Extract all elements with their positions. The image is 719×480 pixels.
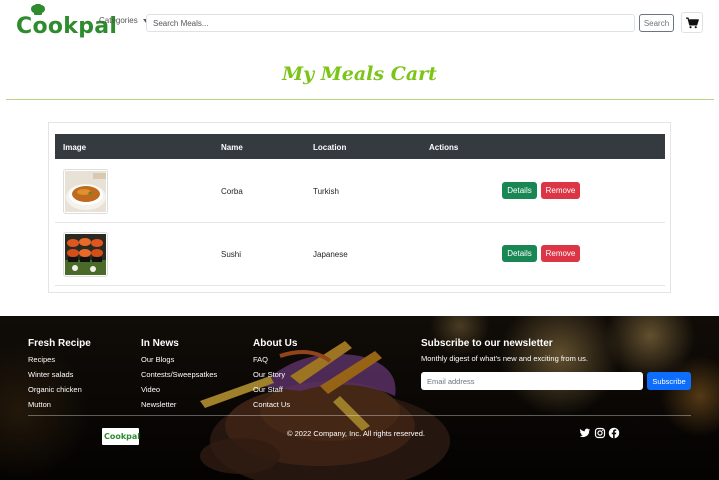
corba-thumbnail: [63, 169, 108, 214]
footer-link[interactable]: Winter salads: [28, 370, 73, 379]
footer-link[interactable]: Recipes: [28, 355, 55, 364]
newsletter-title: Subscribe to our newsletter: [421, 338, 553, 349]
page-title: My Meals Cart: [282, 63, 437, 85]
sushi-thumbnail: [63, 232, 108, 277]
footer-logo[interactable]: Cookpal: [102, 428, 141, 445]
cart-table-card: Image Name Location Actions Corba Turkis…: [48, 122, 671, 293]
footer-divider: [28, 415, 691, 416]
footer-link[interactable]: Contests/Sweepsatkes: [141, 370, 217, 379]
categories-label: Categories: [99, 16, 138, 25]
title-divider: [6, 99, 714, 100]
email-input[interactable]: [421, 372, 643, 390]
footer-link[interactable]: FAQ: [253, 355, 268, 364]
details-button[interactable]: Details: [502, 182, 537, 199]
categories-dropdown[interactable]: Categories: [99, 16, 149, 25]
footer-link[interactable]: Contact Us: [253, 400, 290, 409]
footer-link[interactable]: Our Blogs: [141, 355, 174, 364]
cart-icon: [685, 16, 699, 28]
details-button[interactable]: Details: [502, 245, 537, 262]
meal-location: Turkish: [313, 187, 339, 196]
copyright-text: © 2022 Company, Inc. All rights reserved…: [287, 429, 425, 438]
search-button[interactable]: Search: [639, 14, 674, 32]
footer-link[interactable]: Mutton: [28, 400, 51, 409]
remove-button[interactable]: Remove: [541, 245, 580, 262]
table-row: Sushi Japanese Details Remove: [55, 223, 665, 286]
footer-link[interactable]: Our Staff: [253, 385, 283, 394]
table-header: Image Name Location Actions: [55, 134, 665, 159]
meal-location: Japanese: [313, 250, 348, 259]
header-name: Name: [221, 143, 243, 152]
meal-name: Corba: [221, 187, 243, 196]
footer-column-title: About Us: [253, 338, 298, 349]
footer-background-image: [0, 316, 719, 480]
footer-column-title: In News: [141, 338, 179, 349]
instagram-icon[interactable]: [594, 427, 606, 439]
meal-name: Sushi: [221, 250, 242, 259]
footer-logo-text: Cookpal: [104, 432, 141, 441]
logo[interactable]: Cookpal: [16, 4, 117, 42]
header-location: Location: [313, 143, 347, 152]
newsletter-subtitle: Monthly digest of what's new and excitin…: [421, 354, 588, 363]
remove-button[interactable]: Remove: [541, 182, 580, 199]
cart-button[interactable]: [681, 12, 703, 33]
twitter-icon[interactable]: [579, 427, 591, 439]
footer-link[interactable]: Video: [141, 385, 160, 394]
footer-link[interactable]: Organic chicken: [28, 385, 82, 394]
navbar: Cookpal Categories Search: [0, 0, 719, 46]
table-row: Corba Turkish Details Remove: [55, 160, 665, 223]
footer-column-title: Fresh Recipe: [28, 338, 91, 349]
footer-link[interactable]: Newsletter: [141, 400, 176, 409]
footer-link[interactable]: Our Story: [253, 370, 285, 379]
page: Cookpal Categories Search My Meals Cart …: [0, 0, 719, 480]
header-actions: Actions: [429, 143, 459, 152]
subscribe-button[interactable]: Subscribe: [647, 372, 691, 390]
facebook-icon[interactable]: [608, 427, 620, 439]
footer: Fresh Recipe Recipes Winter salads Organ…: [0, 316, 719, 480]
header-image: Image: [63, 143, 87, 152]
search-input[interactable]: [146, 14, 635, 32]
